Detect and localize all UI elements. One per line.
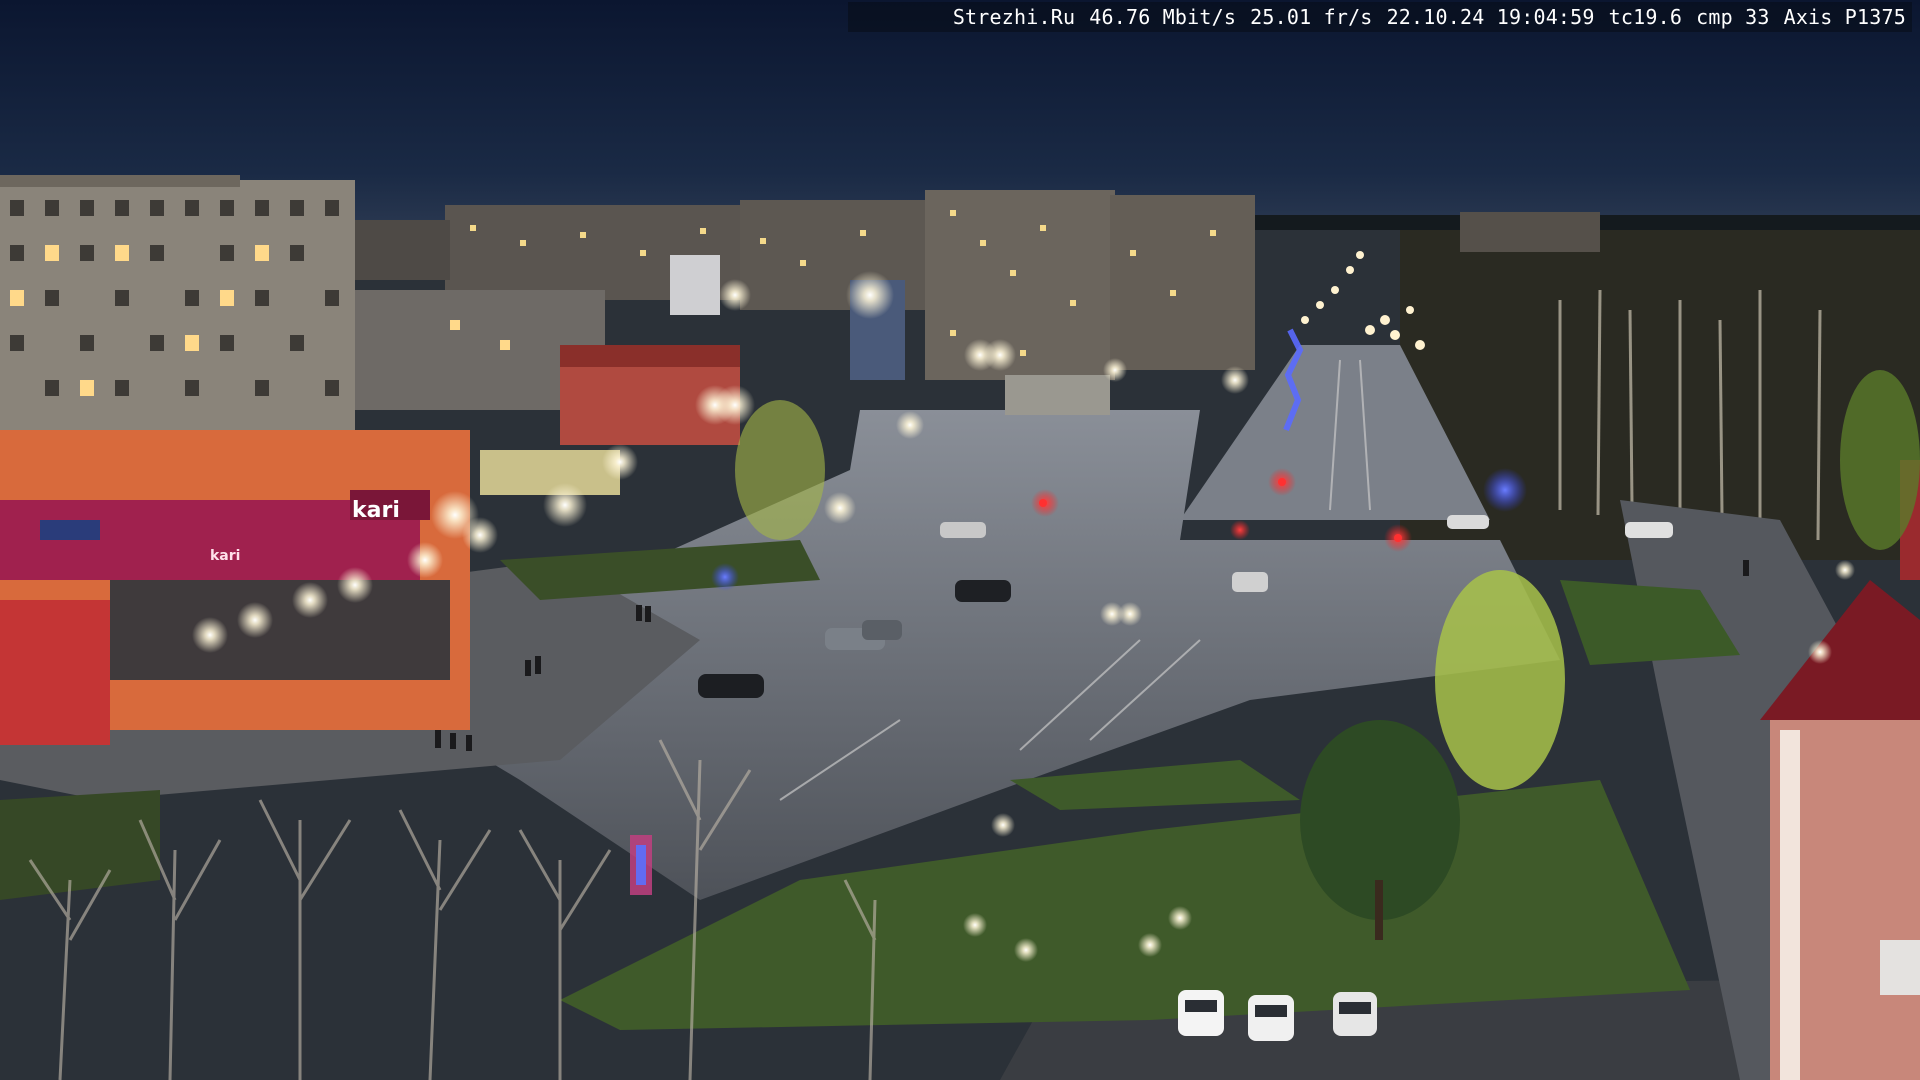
store-sign-kari: kari <box>352 498 400 523</box>
osd-datetime: 22.10.24 19:04:59 <box>1386 5 1595 29</box>
store-sign-kari-small: kari <box>210 548 240 564</box>
osd-cmp: cmp 33 <box>1696 5 1770 29</box>
camera-osd-overlay: Strezhi.Ru 46.76 Mbit/s 25.01 fr/s 22.10.24… <box>848 2 1912 32</box>
osd-bitrate: 46.76 Mbit/s <box>1089 5 1237 29</box>
osd-tc: tc19.6 <box>1608 5 1683 29</box>
osd-camera-model: Axis P1375 <box>1783 5 1906 29</box>
osd-framerate: 25.01 fr/s <box>1250 5 1373 29</box>
osd-site: Strezhi.Ru <box>952 5 1076 29</box>
parked-cars <box>1178 990 1377 1041</box>
city-night-scene: kari kari <box>0 0 1920 1080</box>
shopping-center <box>0 430 470 745</box>
camera-frame: kari kari Strezhi.Ru 46.76 Mbit/s 25.01 … <box>0 0 1920 1080</box>
